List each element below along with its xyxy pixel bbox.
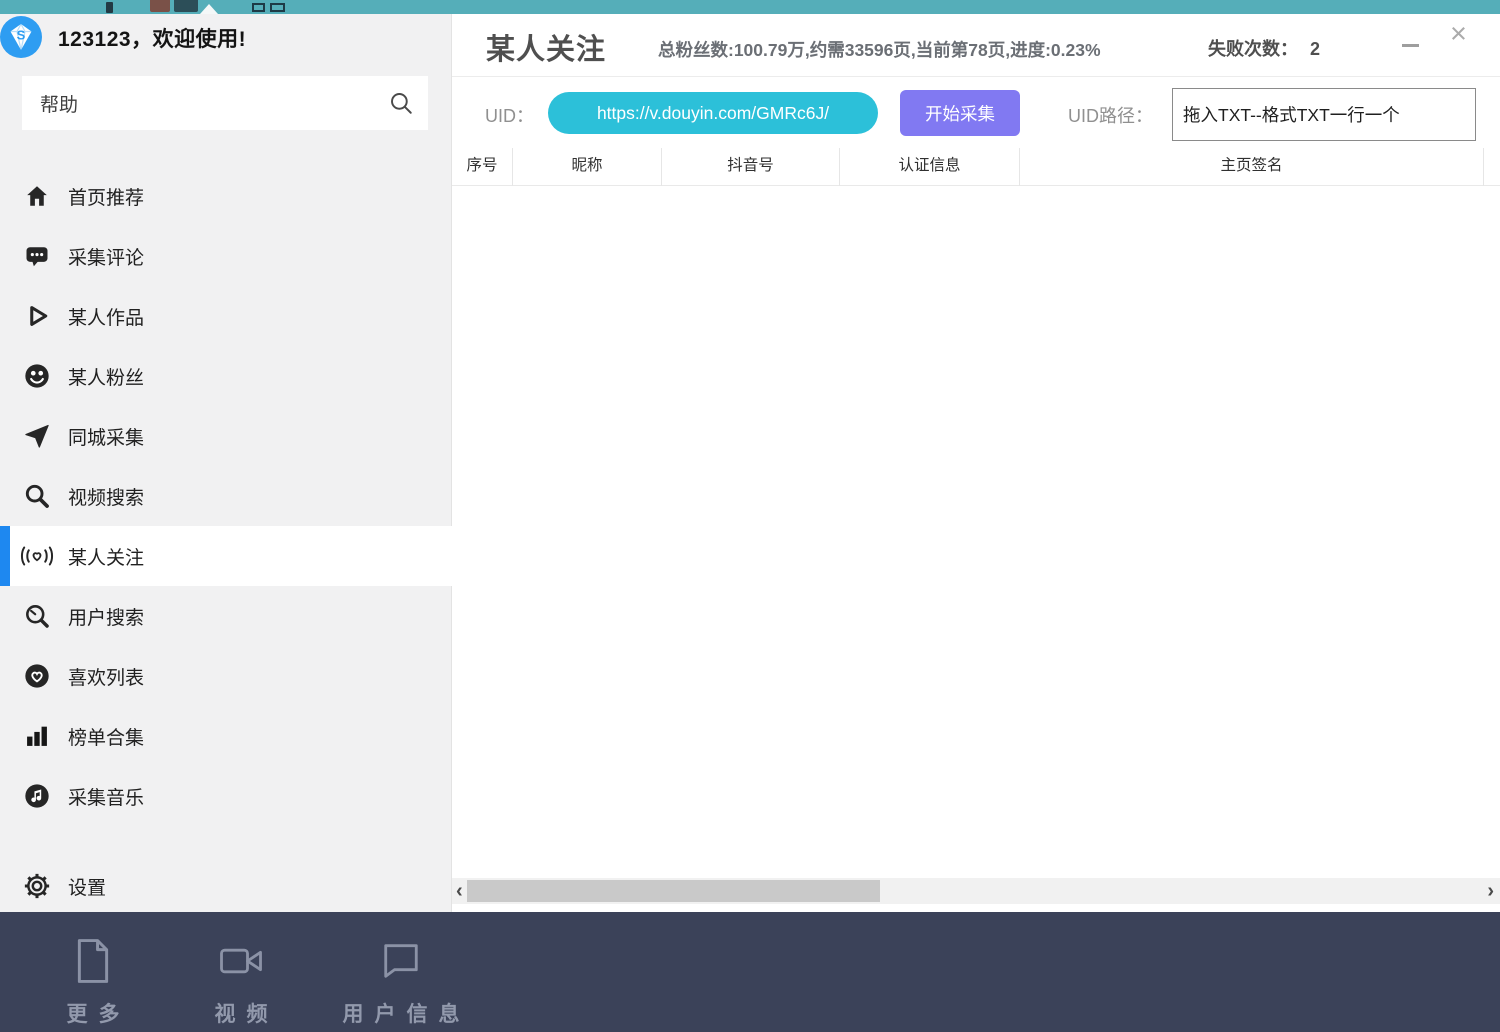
sidebar-item-label: 喜欢列表 <box>68 663 144 690</box>
bottom-item-label: 更多 <box>56 998 131 1028</box>
sidebar-item-label: 某人作品 <box>68 303 144 330</box>
bar-chart-icon <box>20 722 54 750</box>
background-glyph-fragment <box>270 3 285 12</box>
heart-circle-icon <box>20 662 54 690</box>
main-panel: 某人关注 总粉丝数:100.79万,约需33596页,当前第78页,进度:0.2… <box>452 14 1500 912</box>
sidebar-item-label: 采集音乐 <box>68 783 144 810</box>
column-header-index: 序号 <box>452 148 513 186</box>
horizontal-scrollbar[interactable]: ‹ › <box>452 878 1500 904</box>
bottom-item-label: 视频 <box>204 998 279 1028</box>
scroll-right-arrow-icon[interactable]: › <box>1487 878 1494 904</box>
sidebar-search-input[interactable] <box>22 76 428 130</box>
app-window: S 123123，欢迎使用! 首页推荐 <box>0 0 1500 1032</box>
fail-count-label: 失败次数： <box>1208 39 1298 59</box>
sidebar-item-likes-list[interactable]: 喜欢列表 <box>0 646 452 706</box>
search-icon[interactable] <box>388 90 414 121</box>
column-header-verify: 认证信息 <box>840 148 1020 186</box>
video-camera-icon <box>215 936 267 986</box>
sidebar-header: S 123123，欢迎使用! <box>0 14 451 76</box>
column-header-signature: 主页签名 <box>1020 148 1484 186</box>
column-header-filler <box>1484 148 1500 186</box>
bottom-item-more[interactable]: 更多 <box>28 936 158 1028</box>
uid-path-label: UID路径： <box>1068 102 1153 128</box>
sidebar-item-user-search[interactable]: 用户搜索 <box>0 586 452 646</box>
column-header-nickname: 昵称 <box>513 148 662 186</box>
background-window-strip <box>0 0 1500 14</box>
bottom-item-label: 用户信息 <box>332 998 471 1028</box>
sidebar-item-user-fans[interactable]: 某人粉丝 <box>0 346 452 406</box>
background-glyph-fragment <box>200 4 218 14</box>
collect-form: UID： 开始采集 UID路径： <box>452 77 1500 148</box>
sidebar-item-settings[interactable]: 设置 <box>0 856 452 916</box>
progress-stats: 总粉丝数:100.79万,约需33596页,当前第78页,进度:0.23% <box>658 37 1101 62</box>
sidebar-item-label: 首页推荐 <box>68 183 144 210</box>
sidebar-item-user-follows[interactable]: 某人关注 <box>0 526 452 586</box>
background-glyph-fragment <box>150 0 170 12</box>
sidebar-item-user-works[interactable]: 某人作品 <box>0 286 452 346</box>
uid-input[interactable] <box>548 92 878 134</box>
sidebar-item-label: 某人粉丝 <box>68 363 144 390</box>
column-header-douyin-id: 抖音号 <box>662 148 840 186</box>
sidebar-item-label: 同城采集 <box>68 423 144 450</box>
close-button[interactable]: × <box>1450 20 1467 49</box>
minimize-button[interactable] <box>1402 44 1419 47</box>
location-arrow-icon <box>20 422 54 450</box>
table-header: 序号 昵称 抖音号 认证信息 主页签名 <box>452 148 1500 186</box>
uid-path-input[interactable] <box>1172 88 1476 141</box>
sidebar-item-ranking-collection[interactable]: 榜单合集 <box>0 706 452 766</box>
fans-icon <box>20 362 54 390</box>
sidebar-item-collect-music[interactable]: 采集音乐 <box>0 766 452 826</box>
table-body-empty <box>452 186 1500 878</box>
sidebar-item-label: 某人关注 <box>68 543 144 570</box>
search-icon <box>20 482 54 510</box>
background-glyph-fragment <box>106 2 113 13</box>
sidebar-nav: 首页推荐 采集评论 某人作品 <box>0 166 452 826</box>
broadcast-heart-icon <box>20 542 54 570</box>
sidebar-item-label: 用户搜索 <box>68 603 144 630</box>
user-search-icon <box>20 602 54 630</box>
scroll-left-arrow-icon[interactable]: ‹ <box>456 878 463 904</box>
play-icon <box>20 302 54 330</box>
welcome-title: 123123，欢迎使用! <box>58 23 246 53</box>
sidebar-item-label: 榜单合集 <box>68 723 144 750</box>
background-glyph-fragment <box>252 3 265 12</box>
fail-count: 失败次数： 2 <box>1208 35 1320 61</box>
sidebar-item-city-collect[interactable]: 同城采集 <box>0 406 452 466</box>
sidebar-item-label: 采集评论 <box>68 243 144 270</box>
start-collect-button[interactable]: 开始采集 <box>900 90 1020 136</box>
sidebar-item-collect-comments[interactable]: 采集评论 <box>0 226 452 286</box>
scrollbar-thumb[interactable] <box>467 880 880 902</box>
chat-bubble-icon <box>377 936 425 986</box>
sidebar-search-box <box>22 76 428 130</box>
sidebar-item-video-search[interactable]: 视频搜索 <box>0 466 452 526</box>
sidebar-item-home-recommend[interactable]: 首页推荐 <box>0 166 452 226</box>
document-icon <box>70 936 116 986</box>
bottom-item-user-info[interactable]: 用户信息 <box>306 936 496 1028</box>
sidebar-item-label: 设置 <box>68 873 106 900</box>
home-icon <box>20 182 54 210</box>
sidebar-item-label: 视频搜索 <box>68 483 144 510</box>
title-bar: 某人关注 总粉丝数:100.79万,约需33596页,当前第78页,进度:0.2… <box>452 14 1500 77</box>
sidebar: S 123123，欢迎使用! 首页推荐 <box>0 14 452 912</box>
comment-icon <box>20 242 54 270</box>
music-circle-icon <box>20 782 54 810</box>
bottom-item-video[interactable]: 视频 <box>176 936 306 1028</box>
page-title: 某人关注 <box>486 26 606 68</box>
bottom-toolbar: 更多 视频 用户信息 <box>0 912 1500 1032</box>
gear-icon <box>20 872 54 900</box>
app-logo-icon: S <box>0 15 44 59</box>
uid-label: UID： <box>485 102 534 128</box>
background-glyph-fragment <box>174 0 198 12</box>
fail-count-value: 2 <box>1310 39 1320 59</box>
svg-text:S: S <box>17 28 26 43</box>
